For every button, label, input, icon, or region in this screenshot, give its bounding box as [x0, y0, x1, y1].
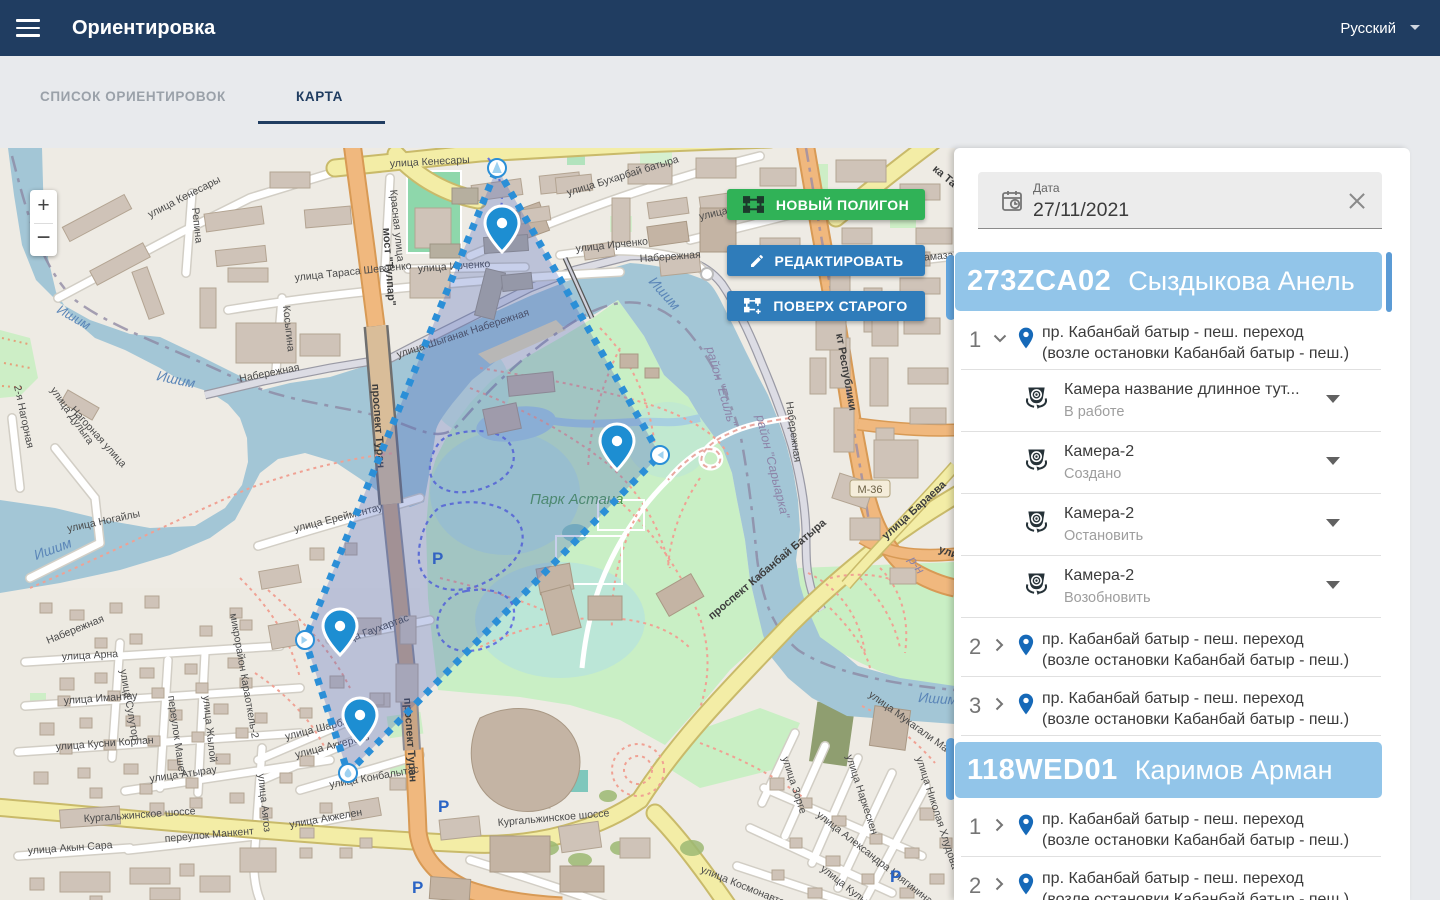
svg-text:Ишим: Ишим [918, 689, 955, 708]
svg-text:М-36: М-36 [857, 484, 882, 496]
svg-text:P: P [438, 797, 449, 816]
svg-text:P: P [890, 867, 901, 886]
svg-text:P: P [412, 878, 423, 897]
